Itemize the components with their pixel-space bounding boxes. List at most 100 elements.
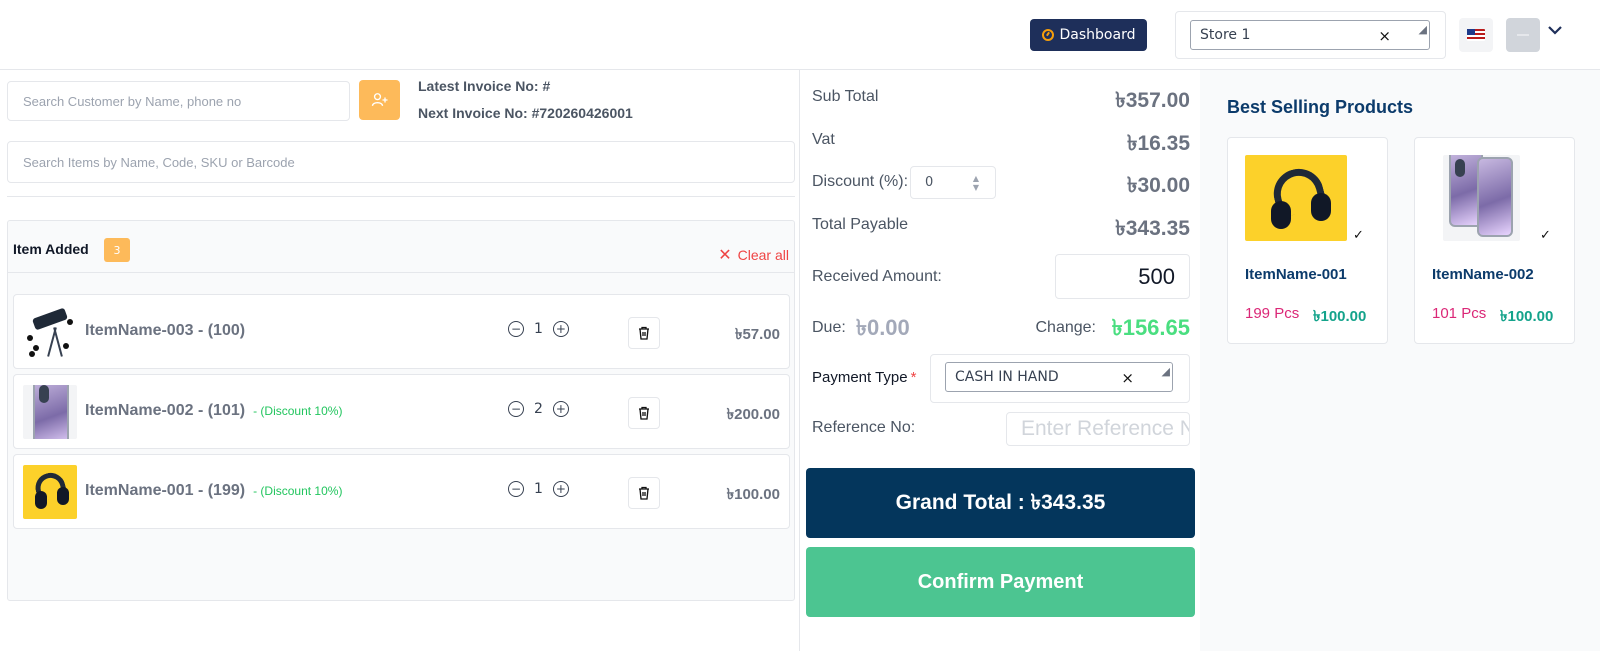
trash-icon — [639, 486, 649, 500]
reference-placeholder: Enter Reference No — [1021, 417, 1190, 440]
received-amount-label: Received Amount: — [812, 268, 942, 285]
store-clear-icon[interactable]: × — [1378, 27, 1391, 45]
payment-resize-icon: ◢ — [1161, 365, 1170, 378]
received-amount-input[interactable]: 500 — [1055, 254, 1190, 299]
headphones-thumbnail — [23, 465, 77, 519]
change-label: Change: — [1035, 319, 1097, 336]
plus-circle-icon[interactable]: + — [552, 481, 569, 497]
due-label: Due: — [812, 319, 846, 336]
quantity-value: 2 — [534, 401, 543, 417]
delete-item-button[interactable] — [628, 397, 660, 429]
vat-value: ৳16.35 — [1126, 132, 1190, 155]
avatar[interactable] — [1506, 18, 1540, 52]
change-value: ৳156.65 — [1111, 315, 1190, 340]
clear-all-label: Clear all — [737, 247, 789, 263]
dashboard-button-label: Dashboard — [1059, 27, 1136, 43]
product-name: ItemName-001 — [1245, 266, 1347, 283]
confirm-payment-button[interactable]: Confirm Payment — [806, 547, 1195, 617]
cart-item-row: ItemName-002 - (101) - (Discount 10%) − 2… — [13, 374, 790, 449]
dashboard-gauge-icon — [1041, 29, 1054, 41]
payment-clear-icon[interactable]: × — [1121, 369, 1134, 387]
cart-item-price: ৳100.00 — [726, 486, 780, 503]
cart-item-name: ItemName-003 - (100) — [85, 322, 246, 339]
spinner-arrows-icon[interactable]: ▲ ▼ — [973, 174, 979, 192]
cart-item-price: ৳200.00 — [726, 406, 780, 423]
next-invoice-text: Next Invoice No: #720260426001 — [418, 105, 633, 121]
quantity-stepper: − 1 + — [508, 481, 569, 497]
due-change-row: Due: ৳0.00 Change: ৳156.65 — [812, 307, 1190, 347]
product-stock: 199 Pcs — [1245, 305, 1300, 322]
store-resize-icon: ◢ — [1418, 23, 1427, 36]
item-search-input[interactable]: Search Items by Name, Code, SKU or Barco… — [7, 141, 795, 183]
phone-image — [1443, 155, 1520, 241]
payment-summary-column: Sub Total ৳357.00 Vat ৳16.35 Discount (%… — [800, 70, 1200, 651]
latest-invoice-text: Latest Invoice No: # — [418, 78, 551, 94]
language-button[interactable] — [1459, 18, 1493, 52]
payment-type-select[interactable]: CASH IN HAND × ◢ — [945, 362, 1173, 392]
add-user-icon — [371, 93, 387, 107]
product-stock: 101 Pcs — [1432, 305, 1487, 322]
minus-circle-icon[interactable]: − — [508, 321, 524, 337]
product-price: ৳100.00 — [1313, 308, 1367, 325]
discount-value: ৳30.00 — [1126, 174, 1190, 197]
close-icon: ✕ — [718, 247, 732, 264]
subtotal-label: Sub Total — [812, 88, 879, 105]
dashboard-button[interactable]: Dashboard — [1030, 19, 1147, 51]
payment-type-label: Payment Type * — [812, 369, 917, 386]
total-payable-label: Total Payable — [812, 216, 909, 233]
trash-icon — [639, 326, 649, 340]
cart-item-price: ৳57.00 — [734, 326, 780, 343]
store-select-value: Store 1 — [1200, 27, 1251, 43]
grand-total-bar: Grand Total : ৳343.35 — [806, 468, 1195, 538]
store-select[interactable]: Store 1 × ◢ — [1190, 20, 1430, 50]
trash-icon — [639, 406, 649, 420]
items-count-badge: 3 — [104, 238, 130, 262]
discount-percent-input[interactable]: 0 ▲ ▼ — [910, 166, 996, 199]
cart-item-row: ItemName-003 - (100) − 1 + ৳57.00 — [13, 294, 790, 369]
minus-circle-icon[interactable]: − — [508, 481, 524, 497]
item-search-placeholder: Search Items by Name, Code, SKU or Barco… — [23, 154, 295, 170]
best-selling-title: Best Selling Products — [1227, 97, 1414, 117]
store-selector-wrapper: Store 1 × ◢ — [1175, 11, 1446, 59]
subtotal-row: Sub Total ৳357.00 — [812, 78, 1190, 118]
required-mark: * — [910, 369, 917, 386]
delete-item-button[interactable] — [628, 477, 660, 509]
cart-column: Search Customer by Name, phone no Latest… — [0, 70, 800, 651]
due-value: ৳0.00 — [856, 315, 910, 340]
divider — [7, 196, 795, 197]
discount-input-value: 0 — [925, 175, 934, 190]
cart-item-name: ItemName-001 - (199) - (Discount 10%) — [85, 482, 343, 499]
customer-search-input[interactable]: Search Customer by Name, phone no — [7, 81, 350, 121]
vat-label: Vat — [812, 131, 835, 148]
reference-label: Reference No: — [812, 419, 916, 436]
product-card[interactable]: ✓ ItemName-001 199 Pcs ৳100.00 — [1227, 137, 1388, 344]
delete-item-button[interactable] — [628, 317, 660, 349]
product-price: ৳100.00 — [1500, 308, 1554, 325]
minus-circle-icon[interactable]: − — [508, 401, 524, 417]
discount-row: Discount (%): 0 ▲ ▼ ৳30.00 — [812, 163, 1190, 203]
us-flag-icon — [1467, 29, 1485, 41]
clear-all-button[interactable]: ✕ Clear all — [718, 245, 789, 265]
received-amount-row: Received Amount: 500 — [812, 254, 1190, 300]
total-payable-value: ৳343.35 — [1115, 217, 1190, 240]
phone-thumbnail — [23, 385, 77, 439]
plus-circle-icon[interactable]: + — [552, 321, 569, 337]
product-card[interactable]: ✓ ItemName-002 101 Pcs ৳100.00 — [1414, 137, 1575, 344]
discount-label: Discount (%): — [812, 173, 909, 190]
quantity-stepper: − 1 + — [508, 321, 569, 337]
subtotal-value: ৳357.00 — [1115, 89, 1190, 112]
headphones-image — [1245, 155, 1347, 241]
cart-items-header: Item Added 3 ✕ Clear all — [8, 221, 794, 273]
reference-input[interactable]: Enter Reference No — [1006, 412, 1190, 446]
payment-type-wrapper: CASH IN HAND × ◢ — [930, 354, 1190, 403]
total-payable-row: Total Payable ৳343.35 — [812, 206, 1190, 246]
cart-item-name: ItemName-002 - (101) - (Discount 10%) — [85, 402, 343, 419]
check-icon: ✓ — [1540, 228, 1551, 243]
plus-circle-icon[interactable]: + — [552, 401, 569, 417]
cart-item-row: ItemName-001 - (199) - (Discount 10%) − 1… — [13, 454, 790, 529]
telescope-thumbnail — [23, 305, 77, 359]
add-customer-button[interactable] — [359, 80, 400, 120]
cart-items-panel: Item Added 3 ✕ Clear all ItemName-003 - … — [7, 220, 795, 601]
customer-search-placeholder: Search Customer by Name, phone no — [23, 93, 242, 109]
chevron-down-icon[interactable] — [1548, 20, 1562, 39]
